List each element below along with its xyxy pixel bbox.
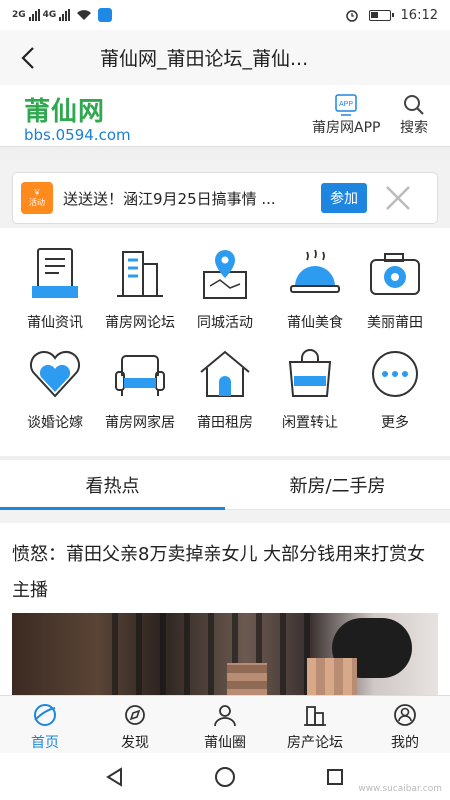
sofa-icon xyxy=(112,346,168,402)
nav-label: 房产论坛 xyxy=(287,735,343,751)
circle-community-icon xyxy=(212,702,238,728)
nav-discover[interactable]: 发现 xyxy=(90,696,180,753)
clock-time: 16:12 xyxy=(400,7,438,23)
activity-tag-icon: ￥ 活动 xyxy=(21,182,53,214)
grid-item-label: 莆房网论坛 xyxy=(105,315,175,331)
grid-item-label: 同城活动 xyxy=(197,315,253,331)
grid-item-news[interactable]: 莆仙资讯 xyxy=(10,246,100,332)
grid-item-food[interactable]: 莆仙美食 xyxy=(270,246,360,332)
discover-icon xyxy=(122,702,148,728)
grid-item-scenery[interactable]: 美丽莆田 xyxy=(350,246,440,332)
image-detail xyxy=(112,613,312,695)
wifi-icon xyxy=(77,10,92,20)
app-download-button[interactable]: APP 莆房网APP xyxy=(312,93,380,137)
section-divider xyxy=(0,147,450,160)
watermark: www.sucaibar.com xyxy=(358,784,442,794)
map-pin-icon xyxy=(197,246,253,302)
building-icon xyxy=(112,246,168,302)
system-navigation: www.sucaibar.com xyxy=(0,753,450,800)
signal-4g-label: 4G xyxy=(42,10,57,20)
nav-property-forum[interactable]: 房产论坛 xyxy=(270,696,360,753)
tab-hot[interactable]: 看热点 xyxy=(0,460,225,510)
grid-item-label: 更多 xyxy=(381,415,409,431)
nav-label: 我的 xyxy=(391,735,419,751)
join-button[interactable]: 参加 xyxy=(321,183,367,213)
logo-mark: 莆仙网 xyxy=(24,97,106,127)
search-button[interactable]: 搜索 xyxy=(400,93,428,137)
chevron-left-icon xyxy=(20,46,34,69)
nav-community[interactable]: 莆仙圈 xyxy=(180,696,270,753)
heart-icon xyxy=(27,346,83,402)
title-bar: 莆仙网_莆田论坛_莆仙... xyxy=(0,30,450,85)
bag-icon xyxy=(282,346,338,402)
content-tabs: 看热点 新房/二手房 xyxy=(0,460,450,510)
grid-item-label: 美丽莆田 xyxy=(367,315,423,331)
nav-label: 莆仙圈 xyxy=(204,735,246,751)
close-icon xyxy=(386,186,410,210)
app-label: 莆房网APP xyxy=(312,120,381,136)
blurred-face xyxy=(227,663,267,695)
bottom-navigation: 首页 发现 莆仙圈 房产论坛 我的 xyxy=(0,695,450,753)
tab-housing[interactable]: 新房/二手房 xyxy=(225,460,450,509)
grid-item-label: 闲置转让 xyxy=(282,415,338,431)
activity-banner[interactable]: ￥ 活动 送送送！涵江9月25日搞事情 ... 参加 xyxy=(12,172,438,224)
activity-tag-symbol: ￥ xyxy=(33,188,41,197)
article-image[interactable] xyxy=(12,613,438,695)
grid-item-events[interactable]: 同城活动 xyxy=(180,246,270,332)
site-header: 莆仙网 bbs.0594.com APP 莆房网APP 搜索 xyxy=(0,85,450,147)
nav-profile[interactable]: 我的 xyxy=(360,696,450,753)
signal-bars-icon xyxy=(59,9,71,21)
buildings-icon xyxy=(302,702,328,728)
app-badge-text: APP xyxy=(339,101,353,108)
food-cloche-icon xyxy=(287,246,343,302)
home-circle-icon[interactable] xyxy=(214,766,236,788)
grid-item-secondhand[interactable]: 闲置转让 xyxy=(265,346,355,432)
home-planet-icon xyxy=(32,702,58,728)
logo-url: bbs.0594.com xyxy=(24,126,131,144)
blurred-face xyxy=(307,658,357,695)
profile-icon xyxy=(392,702,418,728)
article-card[interactable]: 愤怒：莆田父亲8万卖掉亲女儿 大部分钱用来打赏女主播 xyxy=(0,523,450,695)
grid-item-furniture[interactable]: 莆房网家居 xyxy=(95,346,185,432)
back-triangle-icon[interactable] xyxy=(105,766,125,787)
back-button[interactable] xyxy=(0,30,55,85)
battery-icon xyxy=(368,9,394,21)
grid-item-marriage[interactable]: 谈婚论嫁 xyxy=(10,346,100,432)
activity-tag-label: 活动 xyxy=(29,198,45,207)
grid-item-label: 谈婚论嫁 xyxy=(27,415,83,431)
category-grid: 莆仙资讯 莆房网论坛 同城活动 莆仙美食 美丽莆田 谈婚论嫁 莆房网家居 莆田租… xyxy=(0,228,450,456)
search-icon xyxy=(404,95,424,115)
signal-bars-icon xyxy=(28,9,40,21)
signal-2g-label: 2G xyxy=(12,10,26,20)
site-logo[interactable]: 莆仙网 bbs.0594.com xyxy=(24,91,131,144)
nav-home[interactable]: 首页 xyxy=(0,696,90,753)
notification-app-icon xyxy=(98,8,113,22)
grid-item-more[interactable]: 更多 xyxy=(350,346,440,432)
nav-label: 首页 xyxy=(31,735,59,751)
more-icon xyxy=(367,346,423,402)
camera-icon xyxy=(367,246,423,302)
news-icon xyxy=(27,246,83,302)
signal-indicator: 2G 4G xyxy=(12,9,71,21)
activity-text[interactable]: 送送送！涵江9月25日搞事情 ... xyxy=(63,188,313,209)
nav-label: 发现 xyxy=(121,735,149,751)
grid-item-rental[interactable]: 莆田租房 xyxy=(180,346,270,432)
search-label: 搜索 xyxy=(400,120,428,136)
recents-square-icon[interactable] xyxy=(325,767,345,787)
page-title: 莆仙网_莆田论坛_莆仙... xyxy=(100,48,309,70)
status-bar: 2G 4G 16:12 xyxy=(0,0,450,30)
section-divider xyxy=(0,511,450,523)
article-headline[interactable]: 愤怒：莆田父亲8万卖掉亲女儿 大部分钱用来打赏女主播 xyxy=(12,537,438,609)
close-banner-button[interactable] xyxy=(383,183,413,213)
grid-item-label: 莆田租房 xyxy=(197,415,253,431)
grid-item-label: 莆房网家居 xyxy=(105,415,175,431)
grid-item-forum[interactable]: 莆房网论坛 xyxy=(95,246,185,332)
alarm-icon xyxy=(345,10,358,22)
grid-item-label: 莆仙美食 xyxy=(287,315,343,331)
house-icon xyxy=(197,346,253,402)
app-icon: APP xyxy=(335,94,357,116)
grid-item-label: 莆仙资讯 xyxy=(27,315,83,331)
